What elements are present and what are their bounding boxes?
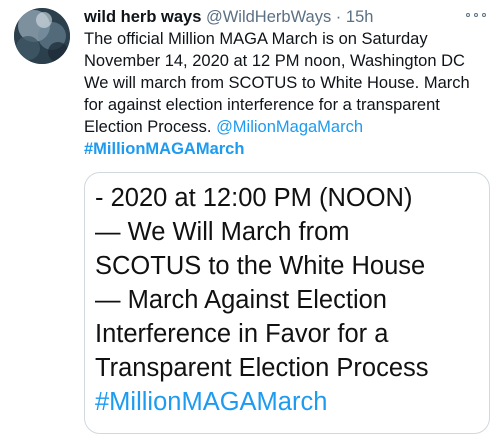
media-text-line: Interference in Favor for a — [95, 320, 389, 348]
tweet-text-line: We will march from SCOTUS to White House… — [84, 74, 470, 92]
more-options-icon[interactable] — [466, 8, 486, 22]
media-text-line: SCOTUS to the White House — [95, 252, 426, 280]
author-handle[interactable]: @WildHerbWays — [206, 8, 331, 26]
media-text-line: Transparent Election Process — [95, 354, 429, 382]
tweet-text-line: The official Million MAGA March is on Sa… — [84, 30, 428, 48]
header-separator: · — [335, 8, 342, 26]
avatar[interactable] — [14, 8, 70, 64]
media-image[interactable]: - 2020 at 12:00 PM (NOON) — We Will Marc… — [84, 172, 490, 434]
media-hashtag: #MillionMAGAMarch — [95, 388, 328, 416]
author-name[interactable]: wild herb ways — [84, 8, 201, 26]
tweet-text-last: Election Process. — [84, 118, 217, 136]
media-text-line: — We Will March from — [95, 218, 350, 246]
avatar-image — [14, 8, 70, 64]
hashtag-link[interactable]: #MillionMAGAMarch — [84, 138, 494, 160]
tweet-time[interactable]: 15h — [346, 8, 374, 26]
tweet-text-line: for against election interference for a … — [84, 96, 440, 114]
media-text: - 2020 at 12:00 PM (NOON) — We Will Marc… — [95, 173, 489, 419]
tweet-text: The official Million MAGA March is on Sa… — [84, 28, 494, 160]
mention-link[interactable]: @MilionMagaMarch — [216, 118, 363, 136]
tweet-text-line: Election Process. @MilionMagaMarch — [84, 116, 494, 138]
media-text-line: — March Against Election — [95, 286, 387, 314]
tweet-header: wild herb ways @WildHerbWays · 15h — [84, 6, 488, 28]
tweet-text-line: November 14, 2020 at 12 PM noon, Washing… — [84, 52, 465, 70]
media-text-line: - 2020 at 12:00 PM (NOON) — [95, 184, 413, 212]
